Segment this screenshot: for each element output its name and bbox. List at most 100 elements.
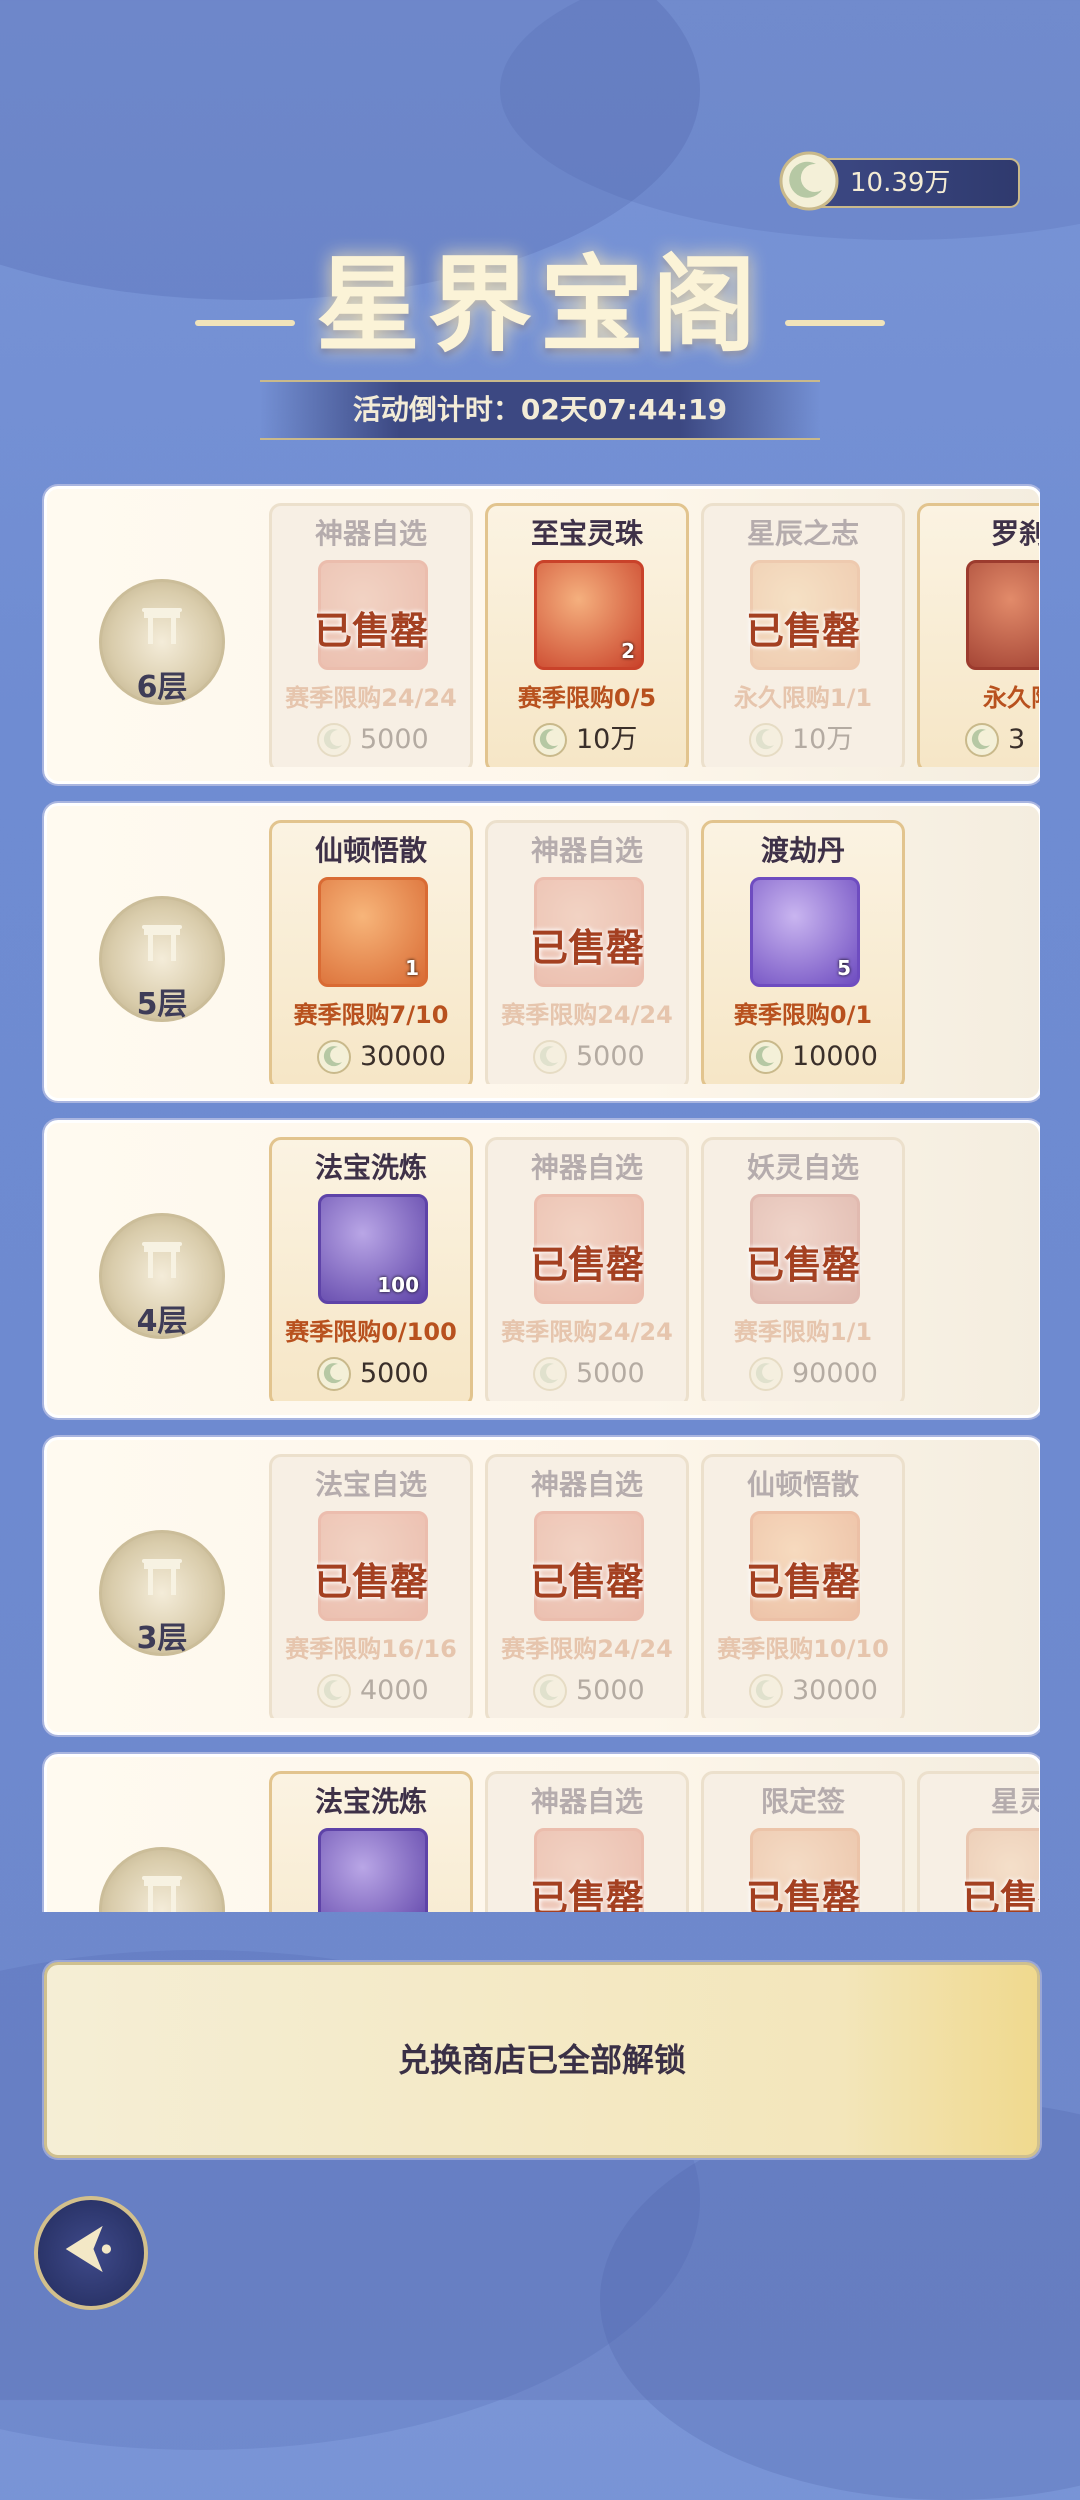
shop-item-card[interactable]: 仙顿悟散 已售罄 赛季限购10/10 30000	[701, 1454, 905, 1718]
item-name: 神器自选	[314, 517, 427, 550]
item-name: 仙顿悟散	[746, 1468, 859, 1501]
item-quantity: 100	[377, 1273, 419, 1297]
moon-coin-icon	[317, 723, 351, 757]
item-name: 法宝洗炼	[314, 1151, 427, 1184]
floor-label: 5层	[136, 987, 188, 1022]
purchase-limit: 永久限购1/1	[733, 684, 873, 712]
item-price: 5000	[360, 1358, 429, 1389]
shop-item-card[interactable]: 神器自选 已售罄 赛季限购24/24 5000	[485, 1454, 689, 1718]
moon-coin-icon	[533, 1674, 567, 1708]
floor-badge: 6层	[99, 579, 225, 705]
countdown-timer: 活动倒计时：02天07:44:19	[260, 380, 820, 440]
moon-coin-icon	[533, 1040, 567, 1074]
gate-icon	[142, 925, 182, 961]
page-title: 星界宝阁	[315, 243, 764, 366]
shop-item-card[interactable]: 限定签 已售罄	[701, 1771, 905, 1912]
purple-crystal-icon: 100	[318, 1194, 428, 1304]
shop-item-card[interactable]: 妖灵自选 已售罄 赛季限购1/1 90000	[701, 1137, 905, 1401]
moon-coin-icon	[779, 151, 839, 211]
moon-coin-icon	[749, 723, 783, 757]
shop-item-card[interactable]: 罗刹永久限 3	[917, 503, 1039, 767]
back-button[interactable]	[34, 2196, 148, 2310]
sold-out-label: 已售罄	[745, 608, 860, 653]
item-carousel[interactable]: 法宝洗炼 100 赛季限购0/100 5000 神器自选 已售罄 赛季限购24/24 5000…	[269, 1137, 1039, 1401]
sold-out-label: 已售罄	[313, 608, 428, 653]
floor-list[interactable]: 6层 神器自选 已售罄 赛季限购24/24 5000 至宝灵珠 2 赛季限购0/5 10万 星辰之…	[40, 482, 1040, 1912]
item-name: 神器自选	[530, 1785, 643, 1818]
sold-out-label: 已售罄	[529, 1242, 644, 1287]
item-price: 3	[1008, 724, 1026, 755]
floor-label: 6层	[136, 670, 188, 705]
item-carousel[interactable]: 神器自选 已售罄 赛季限购24/24 5000 至宝灵珠 2 赛季限购0/5 10万 星辰之志已…	[269, 503, 1039, 767]
shop-item-card[interactable]: 神器自选 已售罄 赛季限购24/24 5000	[485, 1137, 689, 1401]
item-name: 罗刹	[990, 517, 1039, 550]
purple-crystal-icon	[318, 1828, 428, 1912]
shop-item-card[interactable]: 神器自选 已售罄 赛季限购24/24 5000	[269, 503, 473, 767]
purchase-limit: 赛季限购24/24	[285, 684, 457, 712]
gourd-icon: 1	[318, 877, 428, 987]
purple-pill-icon: 5	[750, 877, 860, 987]
sold-out-label: 已售罄	[745, 1876, 860, 1912]
gate-icon	[142, 1876, 182, 1912]
sold-out-label: 已售罄	[529, 1559, 644, 1604]
item-price: 5000	[576, 1358, 645, 1389]
purchase-limit: 赛季限购10/10	[717, 1635, 889, 1663]
floor-label: 4层	[136, 1304, 188, 1339]
floor-row: 6层 神器自选 已售罄 赛季限购24/24 5000 至宝灵珠 2 赛季限购0/5 10万 星辰之…	[44, 486, 1040, 784]
item-carousel[interactable]: 仙顿悟散 1 赛季限购7/10 30000 神器自选 已售罄 赛季限购24/24 5000 渡劫…	[269, 820, 1039, 1084]
shop-item-card[interactable]: 法宝洗炼	[269, 1771, 473, 1912]
sold-out-label: 已售罄	[313, 1559, 428, 1604]
currency-display[interactable]: 10.39万	[779, 151, 1020, 211]
item-price: 30000	[360, 1041, 446, 1072]
floor-badge: 5层	[99, 896, 225, 1022]
shop-item-card[interactable]: 法宝自选 已售罄 赛季限购16/16 4000	[269, 1454, 473, 1718]
shop-item-card[interactable]: 神器自选 已售罄	[485, 1771, 689, 1912]
moon-coin-icon	[317, 1040, 351, 1074]
title-decoration-left	[195, 320, 295, 326]
sold-out-label: 已售罄	[529, 925, 644, 970]
item-quantity: 1	[405, 956, 419, 980]
shop-item-card[interactable]: 法宝洗炼 100 赛季限购0/100 5000	[269, 1137, 473, 1401]
purchase-limit: 永久限	[983, 684, 1039, 712]
item-name: 神器自选	[530, 1151, 643, 1184]
item-name: 法宝自选	[314, 1468, 427, 1501]
currency-value: 10.39万	[850, 168, 951, 198]
shop-item-card[interactable]: 仙顿悟散 1 赛季限购7/10 30000	[269, 820, 473, 1084]
item-name: 至宝灵珠	[530, 517, 643, 550]
item-carousel[interactable]: 法宝自选 已售罄 赛季限购16/16 4000 神器自选 已售罄 赛季限购24/24 5000…	[269, 1454, 1039, 1718]
shop-item-card[interactable]: 神器自选 已售罄 赛季限购24/24 5000	[485, 820, 689, 1084]
item-carousel[interactable]: 法宝洗炼神器自选已售罄限定签已售罄星灵已售罄	[269, 1771, 1039, 1912]
item-name: 渡劫丹	[760, 834, 845, 867]
floor-row: 3层 法宝自选 已售罄 赛季限购16/16 4000 神器自选 已售罄 赛季限购24/24 50…	[44, 1437, 1040, 1735]
sold-out-label: 已售罄	[529, 1876, 644, 1912]
item-name: 妖灵自选	[746, 1151, 859, 1184]
purchase-limit: 赛季限购0/100	[285, 1318, 457, 1346]
item-price: 10万	[576, 724, 638, 755]
rakshasa-icon	[966, 560, 1039, 670]
item-name: 法宝洗炼	[314, 1785, 427, 1818]
shop-item-card[interactable]: 渡劫丹 5 赛季限购0/1 10000	[701, 820, 905, 1084]
purchase-limit: 赛季限购24/24	[501, 1635, 673, 1663]
moon-coin-icon	[533, 723, 567, 757]
shop-item-card[interactable]: 至宝灵珠 2 赛季限购0/5 10万	[485, 503, 689, 767]
floor-row: 4层 法宝洗炼 100 赛季限购0/100 5000 神器自选 已售罄 赛季限购24/24 50…	[44, 1120, 1040, 1418]
item-price: 30000	[792, 1675, 878, 1706]
purchase-limit: 赛季限购0/5	[517, 684, 657, 712]
item-quantity: 5	[837, 956, 851, 980]
item-quantity: 2	[621, 639, 635, 663]
shop-item-card[interactable]: 星灵已售罄	[917, 1771, 1039, 1912]
item-price: 10000	[792, 1041, 878, 1072]
item-price: 10万	[792, 724, 854, 755]
purchase-limit: 赛季限购24/24	[501, 1001, 673, 1029]
item-name: 仙顿悟散	[314, 834, 427, 867]
purchase-limit: 赛季限购7/10	[293, 1001, 449, 1029]
shop-item-card[interactable]: 星辰之志 已售罄 永久限购1/1 10万	[701, 503, 905, 767]
moon-coin-icon	[749, 1674, 783, 1708]
floor-row: 5层 仙顿悟散 1 赛季限购7/10 30000 神器自选 已售罄 赛季限购24/24 5000…	[44, 803, 1040, 1101]
purchase-limit: 赛季限购16/16	[285, 1635, 457, 1663]
item-name: 限定签	[760, 1785, 845, 1818]
purchase-limit: 赛季限购0/1	[733, 1001, 873, 1029]
gate-icon	[142, 1559, 182, 1595]
purchase-limit: 赛季限购1/1	[733, 1318, 873, 1346]
floor-badge: 2层	[99, 1847, 225, 1912]
